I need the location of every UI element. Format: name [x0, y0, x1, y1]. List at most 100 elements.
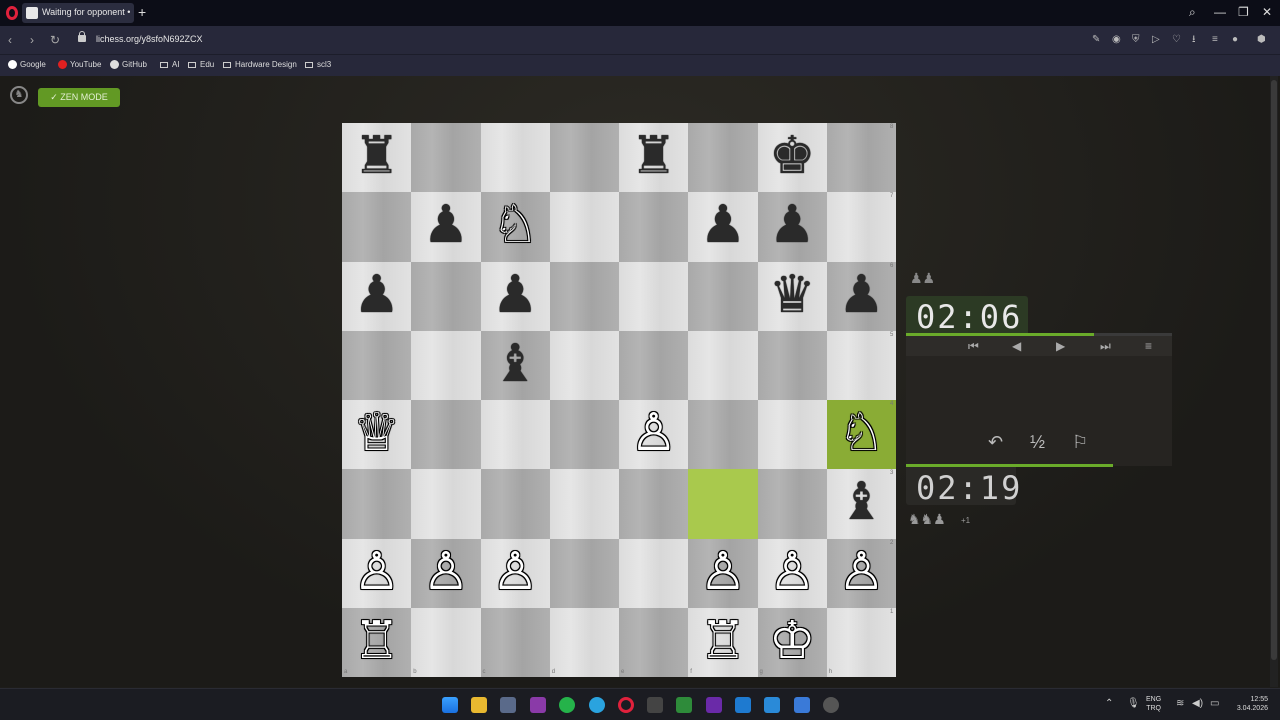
chess-piece-c2[interactable]: ♙ — [481, 539, 550, 608]
chess-piece-b7[interactable]: ♟ — [411, 192, 480, 261]
chess-piece-h3[interactable]: ♝ — [827, 469, 896, 538]
play-icon[interactable]: ▷ — [1152, 34, 1160, 46]
chess-piece-a8[interactable]: ♜ — [342, 123, 411, 192]
chess-piece-e8[interactable]: ♜ — [619, 123, 688, 192]
bookmark-github[interactable]: GitHub — [110, 60, 147, 69]
forward-icon[interactable]: › — [30, 33, 34, 47]
vscode-icon[interactable] — [735, 697, 751, 713]
square-b1[interactable] — [411, 607, 481, 677]
square-b6[interactable] — [411, 261, 481, 331]
next-move-icon[interactable]: ▶ — [1056, 338, 1065, 354]
ide-icon[interactable] — [794, 697, 810, 713]
square-d6[interactable] — [549, 261, 619, 331]
tab-search-icon[interactable]: ⌕ — [1189, 5, 1196, 19]
square-b4[interactable] — [411, 400, 481, 470]
square-f3[interactable] — [688, 469, 758, 539]
square-f8[interactable] — [688, 123, 758, 193]
volume-icon[interactable]: ◀) — [1192, 698, 1203, 710]
square-h5[interactable] — [826, 330, 896, 400]
chess-piece-g2[interactable]: ♙ — [758, 539, 827, 608]
chess-piece-a2[interactable]: ♙ — [342, 539, 411, 608]
last-move-icon[interactable]: ⏭ — [1100, 338, 1111, 354]
language-indicator[interactable]: ENG TRQ — [1146, 695, 1161, 713]
whatsapp-icon[interactable] — [559, 697, 575, 713]
page-scrollbar[interactable] — [1270, 76, 1278, 687]
square-d4[interactable] — [549, 400, 619, 470]
store-icon[interactable] — [500, 697, 516, 713]
chess-piece-g1[interactable]: ♔ — [758, 608, 827, 677]
browser-tab[interactable]: Waiting for opponent • Pl — [22, 3, 134, 23]
square-f5[interactable] — [688, 330, 758, 400]
square-h7[interactable] — [826, 192, 896, 262]
square-b3[interactable] — [411, 469, 481, 539]
square-e6[interactable] — [619, 261, 689, 331]
square-c4[interactable] — [480, 400, 550, 470]
square-g5[interactable] — [757, 330, 827, 400]
takeback-button[interactable]: ↶ — [988, 432, 1003, 452]
minimize-button[interactable]: — — [1214, 5, 1226, 19]
chess-board[interactable]: ♜ ♜ ♚ ♟ ♘ ♟ ♟ ♟ ♟ ♛ ♟ ♝ ♕ ♙ ♘ ♝ ♙ ♙ ♙ ♙ ♙ ♙ ♖ ♖ ♔ 8 7 6 5 4 3 2 1 a b c d e f g… — [342, 123, 896, 677]
chess-piece-g6[interactable]: ♛ — [758, 262, 827, 331]
telegram-icon[interactable] — [589, 697, 605, 713]
square-d7[interactable] — [549, 192, 619, 262]
edit-icon[interactable]: ✎ — [1092, 34, 1100, 46]
profile-icon[interactable]: ● — [1232, 34, 1238, 46]
moves-menu-icon[interactable]: ≡ — [1145, 338, 1152, 354]
chess-piece-f7[interactable]: ♟ — [688, 192, 757, 261]
file-explorer-icon[interactable] — [471, 697, 487, 713]
system-clock[interactable]: 12:55 3.04.2026 — [1228, 695, 1268, 713]
offer-draw-button[interactable]: ½ — [1030, 432, 1045, 452]
battery-icon[interactable]: ▭ — [1210, 698, 1219, 710]
square-e7[interactable] — [619, 192, 689, 262]
square-a3[interactable] — [342, 469, 412, 539]
tray-expand-icon[interactable]: ⌃ — [1105, 698, 1113, 710]
extension-icon[interactable]: ⬢ — [1257, 34, 1266, 46]
lichess-app-icon[interactable] — [647, 697, 663, 713]
chess-piece-h2[interactable]: ♙ — [827, 539, 896, 608]
new-tab-button[interactable]: + — [138, 4, 146, 20]
close-button[interactable]: ✕ — [1262, 5, 1272, 19]
lock-icon[interactable] — [78, 31, 86, 42]
shield-icon[interactable]: ⛨ — [1132, 34, 1140, 46]
square-e5[interactable] — [619, 330, 689, 400]
lichess-logo-icon[interactable]: ♞ — [10, 86, 28, 104]
square-g4[interactable] — [757, 400, 827, 470]
opera-taskbar-icon[interactable] — [618, 697, 634, 713]
bookmark-google[interactable]: Google — [8, 60, 46, 69]
square-f4[interactable] — [688, 400, 758, 470]
mx-icon[interactable] — [764, 697, 780, 713]
square-a7[interactable] — [342, 192, 412, 262]
chess-piece-c5[interactable]: ♝ — [481, 331, 550, 400]
reload-icon[interactable]: ↻ — [50, 33, 60, 47]
heart-icon[interactable]: ♡ — [1172, 34, 1181, 46]
square-d3[interactable] — [549, 469, 619, 539]
square-a5[interactable] — [342, 330, 412, 400]
bookmark-folder-scl3[interactable]: scl3 — [305, 60, 331, 69]
resign-flag-button[interactable]: ⚐ — [1072, 432, 1088, 452]
chess-piece-g7[interactable]: ♟ — [758, 192, 827, 261]
chess-piece-c6[interactable]: ♟ — [481, 262, 550, 331]
square-c1[interactable] — [480, 607, 550, 677]
square-g3[interactable] — [757, 469, 827, 539]
square-c8[interactable] — [480, 123, 550, 193]
square-h1[interactable] — [826, 607, 896, 677]
opera-logo-icon[interactable] — [6, 6, 18, 20]
chess-piece-f1[interactable]: ♖ — [688, 608, 757, 677]
square-b8[interactable] — [411, 123, 481, 193]
square-f6[interactable] — [688, 261, 758, 331]
chess-piece-a6[interactable]: ♟ — [342, 262, 411, 331]
square-e2[interactable] — [619, 538, 689, 608]
square-d8[interactable] — [549, 123, 619, 193]
square-e3[interactable] — [619, 469, 689, 539]
chess-piece-h4[interactable]: ♘ — [827, 400, 896, 469]
square-e1[interactable] — [619, 607, 689, 677]
bookmark-youtube[interactable]: YouTube — [58, 60, 101, 69]
bookmark-folder-edu[interactable]: Edu — [188, 60, 214, 69]
microphone-icon[interactable]: 🎙 — [1127, 698, 1140, 710]
chess-piece-c7[interactable]: ♘ — [481, 192, 550, 261]
chess-piece-g8[interactable]: ♚ — [758, 123, 827, 192]
zen-mode-button[interactable]: ✓ ZEN MODE — [38, 88, 120, 107]
download-icon[interactable]: ⭳ — [1192, 34, 1196, 46]
square-d1[interactable] — [549, 607, 619, 677]
bookmark-folder-ai[interactable]: AI — [160, 60, 180, 69]
